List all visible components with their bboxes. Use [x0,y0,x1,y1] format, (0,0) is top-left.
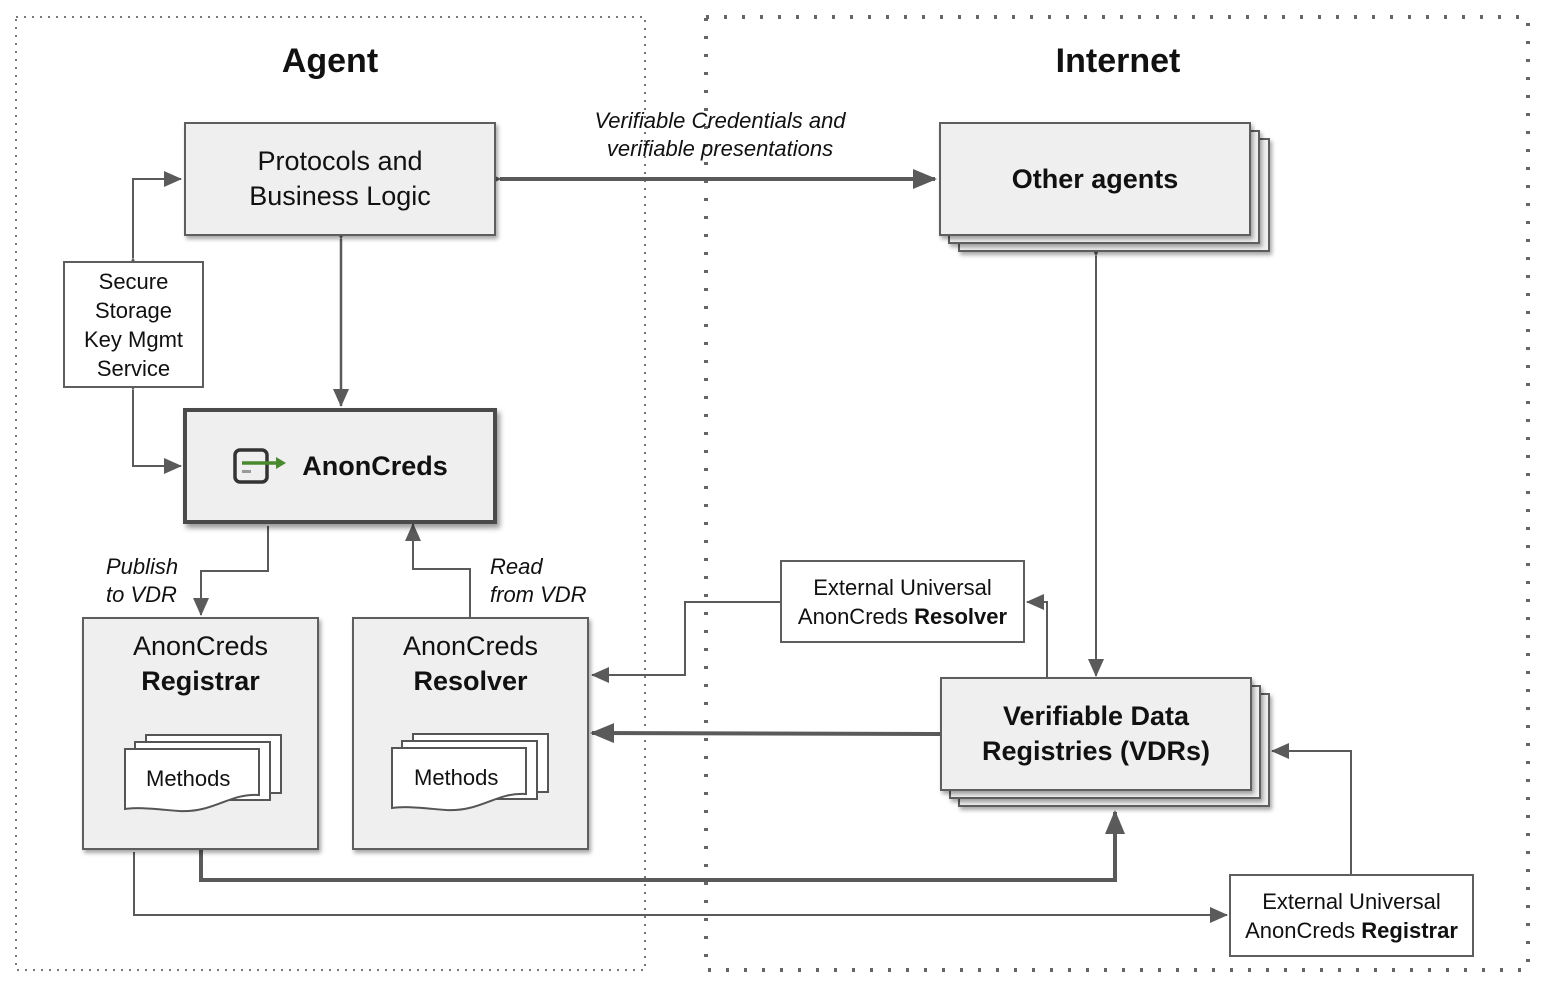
registrar-line1: AnonCreds [132,631,269,661]
internet-zone-title: Internet [1055,42,1181,80]
edge-label-publish-line2: to VDR [106,582,177,607]
edge-label-vc-line2: verifiable presentations [606,136,834,161]
resolver-line1: AnonCreds [402,631,539,661]
ext-registrar-line2-plain: AnonCreds [1245,917,1362,943]
edge-publish-to-vdr [193,526,269,616]
ext-registrar-line2: AnonCreds Registrar [1245,916,1458,945]
anoncreds-node[interactable]: AnonCreds [183,408,497,524]
edge-label-publish: Publish to VDR [106,553,178,609]
edge-storage-protocols [125,171,182,275]
external-universal-resolver-node[interactable]: External Universal AnonCreds Resolver [780,560,1025,643]
registrar-line2: Registrar [141,666,260,696]
other-agents-node[interactable]: Other agents [939,122,1251,236]
edge-label-publish-line1: Publish [106,554,179,579]
edge-vdr-to-resolver [590,723,941,744]
edge-label-read-line1: Read [490,554,543,579]
external-universal-registrar-node[interactable]: External Universal AnonCreds Registrar [1229,874,1474,957]
edge-vdr-to-ext-resolver [1026,594,1048,678]
agent-zone-title: Agent [281,42,379,80]
edge-label-read: Read from VDR [490,553,587,609]
ext-resolver-line2-plain: AnonCreds [797,603,915,629]
ext-resolver-line1: External Universal [813,574,992,600]
edge-storage-anoncreds [125,373,182,474]
ext-resolver-line2-bold: Resolver [914,603,1008,629]
edge-ext-registrar-to-vdr [1271,743,1352,874]
edge-label-vc-line1: Verifiable Credentials and [594,108,846,133]
anoncreds-logo-icon [232,446,288,486]
vdrs-line1: Verifiable Data [1002,701,1190,731]
edge-ext-resolver-to-resolver [591,601,780,683]
secure-storage-node[interactable]: Secure Storage Key Mgmt Service [63,261,204,388]
secure-storage-line2: Storage [94,297,173,323]
ext-registrar-line1: External Universal [1262,888,1441,914]
edge-label-read-line2: from VDR [490,582,587,607]
edge-registrar-to-ext-registrar [133,852,1228,923]
resolver-methods-label: Methods [414,765,499,790]
secure-storage-line1: Secure [98,268,169,294]
edge-registrar-to-vdr [199,810,1125,882]
secure-storage-line3: Key Mgmt [83,326,184,352]
registrar-methods-label: Methods [146,766,231,791]
vdrs-node[interactable]: Verifiable Data Registries (VDRs) [940,677,1252,791]
resolver-line2: Resolver [413,666,528,696]
ext-registrar-line2-bold: Registrar [1361,917,1458,943]
ext-resolver-line2: AnonCreds Resolver [798,602,1007,631]
anoncreds-label: AnonCreds [302,450,448,481]
edge-read-from-vdr [405,523,471,617]
vdrs-line2: Registries (VDRs) [981,736,1211,766]
protocols-line2: Business Logic [249,181,431,211]
protocols-line1: Protocols and [257,146,423,176]
secure-storage-line4: Service [96,355,171,381]
edge-label-vc: Verifiable Credentials and verifiable pr… [560,107,880,163]
other-agents-label: Other agents [1011,163,1179,194]
protocols-business-logic-node[interactable]: Protocols and Business Logic [184,122,496,236]
